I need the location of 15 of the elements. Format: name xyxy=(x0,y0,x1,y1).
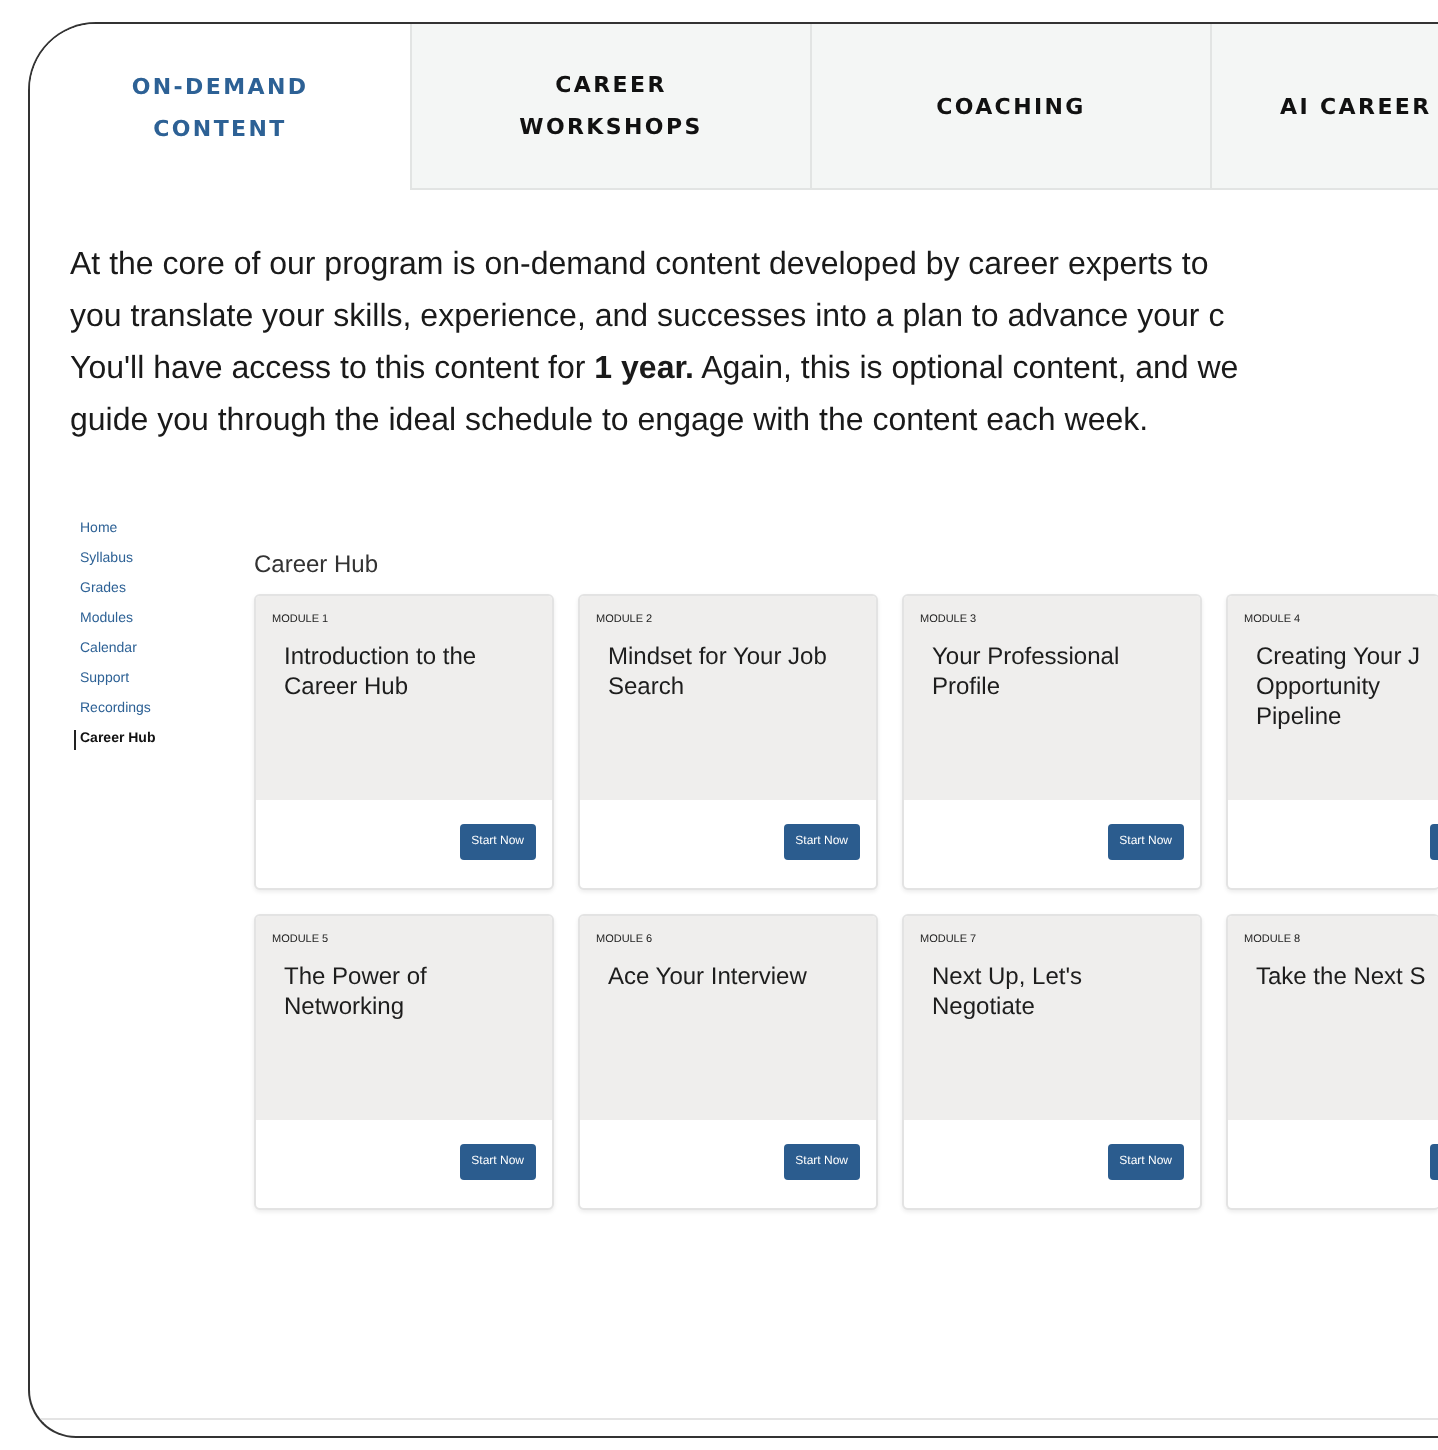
module-title: Take the Next S xyxy=(1256,962,1428,992)
start-button-edge[interactable] xyxy=(1430,1144,1438,1180)
module-title: Next Up, Let's Negotiate xyxy=(932,962,1084,1022)
module-title: The Power of Networking xyxy=(284,962,429,1022)
start-button-edge[interactable] xyxy=(1430,824,1438,860)
module-title: Ace Your Interview xyxy=(608,962,809,992)
module-title: Mindset for Your Job Search xyxy=(608,642,829,702)
tab[interactable]: COACHING xyxy=(810,24,1210,190)
intro-paragraph: At the core of our program is on-demand content developed by career experts to you translate your skills, experience, and successes into a plan to advance your c You'll have access to this content for 1 year. Again, this is optional content, and we guide you through the ideal schedule to engage with the content each week. xyxy=(70,246,1241,442)
section-title: Career Hub xyxy=(254,550,381,578)
module-title: Introduction to the Career Hub xyxy=(284,642,479,702)
tab[interactable]: AI CAREER xyxy=(1210,24,1438,190)
module-title: Creating Your J Opportunity Pipeline xyxy=(1256,642,1423,732)
module-title: Your Professional Profile xyxy=(932,642,1122,702)
tab[interactable]: CAREER WORKSHOPS xyxy=(410,24,810,190)
